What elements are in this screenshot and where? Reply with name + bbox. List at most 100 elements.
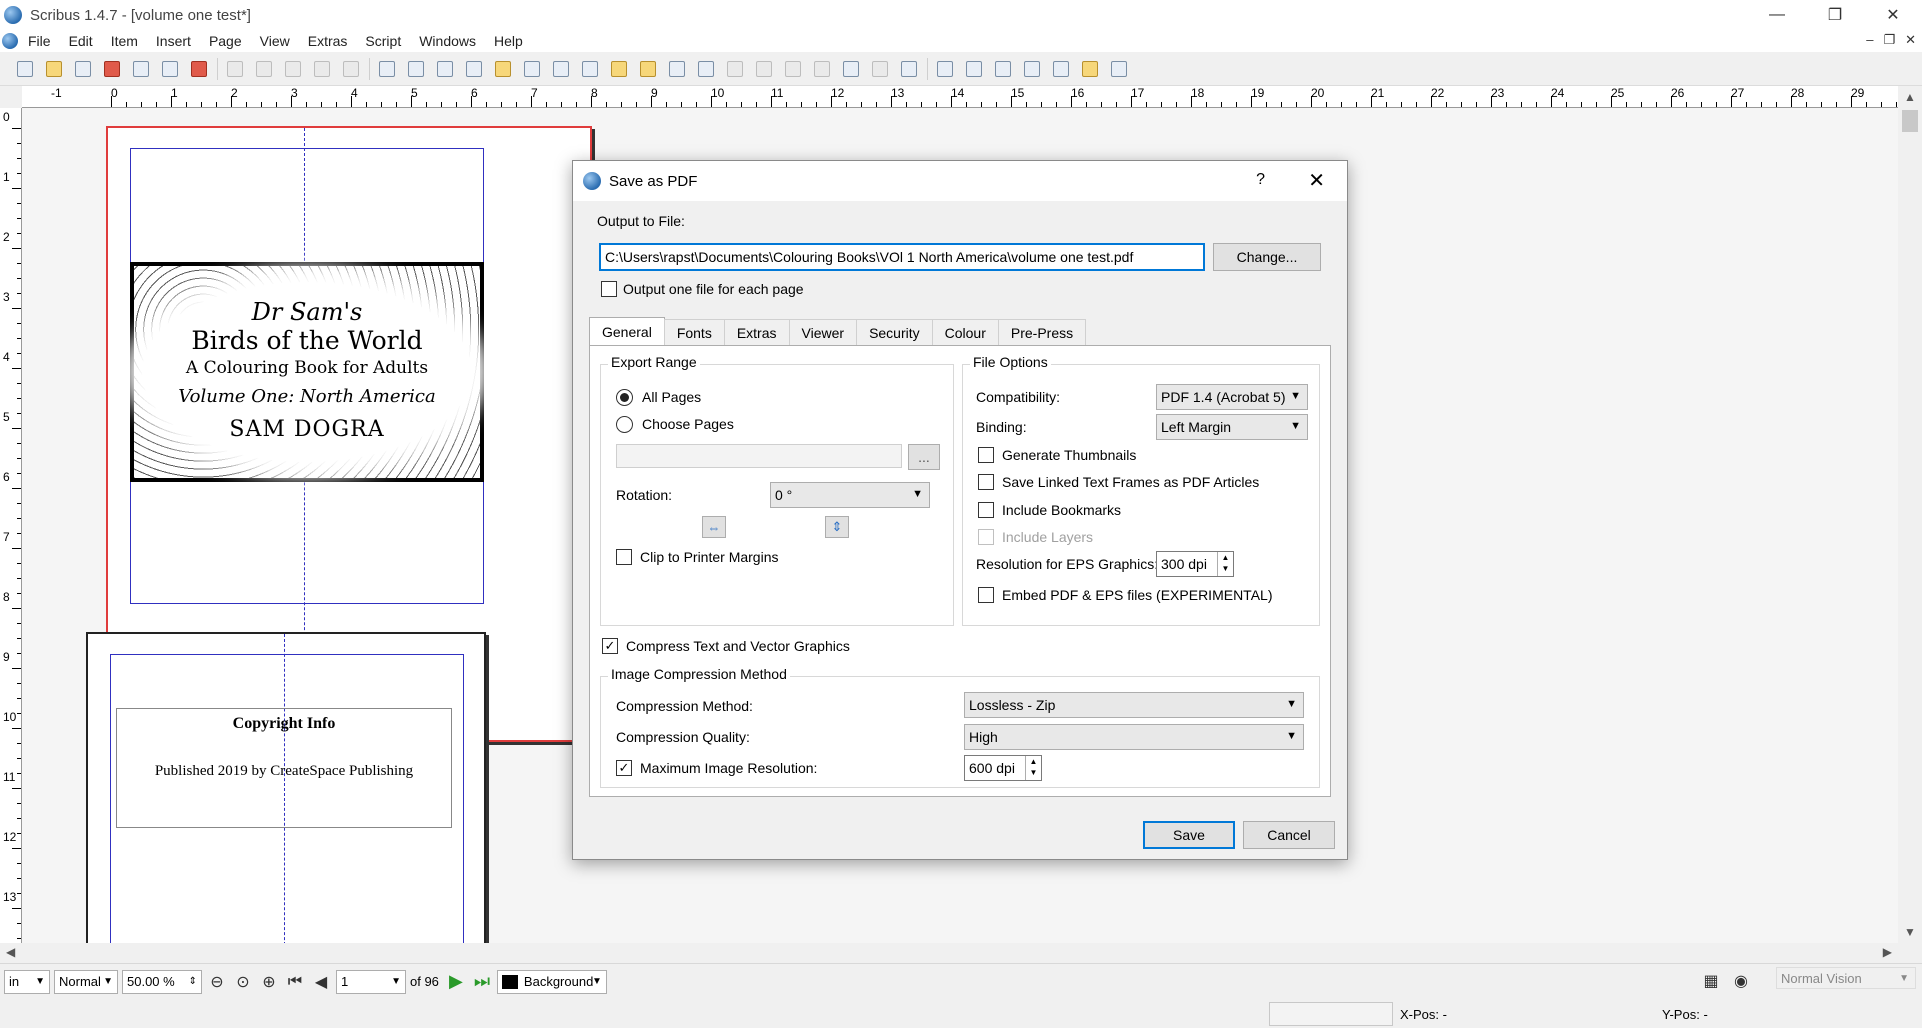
- scroll-right-icon[interactable]: ▶: [1883, 945, 1892, 959]
- include-bookmarks-checkbox[interactable]: [978, 502, 994, 518]
- scroll-up-icon[interactable]: ▲: [1904, 90, 1916, 104]
- unlink-frames-icon[interactable]: [811, 58, 833, 80]
- scroll-left-icon[interactable]: ◀: [6, 945, 15, 959]
- menu-edit[interactable]: Edit: [69, 33, 93, 49]
- tab-colour[interactable]: Colour: [931, 319, 999, 345]
- vertical-scrollbar[interactable]: ▲ ▼: [1898, 86, 1922, 943]
- compression-method-select[interactable]: Lossless - Zip ▼: [964, 692, 1304, 718]
- undo-icon[interactable]: [224, 58, 246, 80]
- next-page-icon[interactable]: ▶: [445, 971, 467, 993]
- compatibility-select[interactable]: PDF 1.4 (Acrobat 5) ▼: [1156, 384, 1308, 410]
- shape-icon[interactable]: [521, 58, 543, 80]
- all-pages-radio[interactable]: [616, 389, 633, 406]
- cover-image-frame[interactable]: Dr Sam's Birds of the World A Colouring …: [130, 262, 484, 482]
- eyedropper-icon[interactable]: [898, 58, 920, 80]
- vertical-ruler[interactable]: 0 1 2 3 4 5 6 7 8 9 10 11 12 13: [0, 108, 22, 943]
- save-button[interactable]: Save: [1143, 821, 1235, 849]
- export-pdf-icon[interactable]: [188, 58, 210, 80]
- last-page-icon[interactable]: ⏭: [471, 971, 493, 993]
- document-icon[interactable]: [2, 33, 18, 49]
- generate-thumbnails-checkbox[interactable]: [978, 447, 994, 463]
- render-frame-icon[interactable]: [463, 58, 485, 80]
- tab-pre-press[interactable]: Pre-Press: [997, 319, 1087, 345]
- pdf-link-icon[interactable]: [1108, 58, 1130, 80]
- pdf-textfield-icon[interactable]: [963, 58, 985, 80]
- eps-resolution-spinbox[interactable]: 300 dpi ▲ ▼: [1156, 551, 1234, 577]
- line-icon[interactable]: [579, 58, 601, 80]
- zoom-out-icon[interactable]: ⊖: [206, 971, 228, 993]
- polygon-icon[interactable]: [550, 58, 572, 80]
- image-frame-icon[interactable]: [434, 58, 456, 80]
- page-2[interactable]: Copyright Info Published 2019 by CreateS…: [86, 632, 486, 943]
- zoom-input[interactable]: 50.00 % ⇕: [122, 969, 202, 994]
- menu-extras[interactable]: Extras: [308, 33, 348, 49]
- restore-button[interactable]: ❐: [1806, 0, 1864, 30]
- redo-icon[interactable]: [253, 58, 275, 80]
- save-linked-frames-checkbox[interactable]: [978, 474, 994, 490]
- previous-page-icon[interactable]: ◀: [310, 971, 332, 993]
- edit-contents-icon[interactable]: [724, 58, 746, 80]
- zoom-in-icon[interactable]: ⊕: [258, 971, 280, 993]
- tab-general[interactable]: General: [589, 317, 665, 345]
- mirror-horizontal-icon[interactable]: ⇔: [702, 516, 726, 538]
- save-document-icon[interactable]: [72, 58, 94, 80]
- doc-restore-button[interactable]: ❐: [1883, 32, 1895, 48]
- page-number-select[interactable]: 1 ▼: [336, 969, 406, 994]
- menu-windows[interactable]: Windows: [419, 33, 476, 49]
- new-document-icon[interactable]: [14, 58, 36, 80]
- table-icon[interactable]: [492, 58, 514, 80]
- tab-viewer[interactable]: Viewer: [788, 319, 858, 345]
- rotation-select[interactable]: 0 ° ▼: [770, 482, 930, 508]
- max-image-resolution-checkbox[interactable]: ✓: [616, 760, 632, 776]
- minimize-button[interactable]: —: [1748, 0, 1806, 30]
- horizontal-ruler[interactable]: -1 0 1 2 3 4 5 6 7 8 9 10 11 12 13 14 15 16 17 18 19 20 21 22 23…: [22, 86, 1898, 108]
- menu-page[interactable]: Page: [209, 33, 242, 49]
- menu-view[interactable]: View: [260, 33, 290, 49]
- paste-icon[interactable]: [340, 58, 362, 80]
- page-range-input[interactable]: [616, 444, 902, 468]
- compress-text-checkbox[interactable]: ✓: [602, 638, 618, 654]
- change-button[interactable]: Change...: [1213, 243, 1321, 271]
- max-res-spin-arrows-icon[interactable]: ▲ ▼: [1025, 756, 1041, 780]
- clip-printer-margins-checkbox[interactable]: [616, 549, 632, 565]
- preflight-icon[interactable]: [159, 58, 181, 80]
- tab-fonts[interactable]: Fonts: [663, 319, 725, 345]
- close-window-button[interactable]: ✕: [1864, 0, 1922, 30]
- pdf-combobox-icon[interactable]: [1021, 58, 1043, 80]
- include-layers-checkbox[interactable]: [978, 529, 994, 545]
- cut-icon[interactable]: [282, 58, 304, 80]
- vision-select[interactable]: Normal Vision ▼: [1776, 967, 1916, 989]
- first-page-icon[interactable]: ⏮: [284, 971, 306, 993]
- one-file-per-page-checkbox[interactable]: [601, 281, 617, 297]
- layer-select[interactable]: Background ▼: [496, 969, 607, 994]
- rotate-icon[interactable]: [666, 58, 688, 80]
- max-image-resolution-spinbox[interactable]: 600 dpi ▲ ▼: [964, 755, 1042, 781]
- zoom-100-icon[interactable]: ⊙: [232, 971, 254, 993]
- measure-icon[interactable]: [840, 58, 862, 80]
- tab-security[interactable]: Security: [856, 319, 933, 345]
- binding-select[interactable]: Left Margin ▼: [1156, 414, 1308, 440]
- scroll-down-icon[interactable]: ▼: [1904, 925, 1916, 939]
- tab-extras[interactable]: Extras: [723, 319, 790, 345]
- dialog-close-button[interactable]: ✕: [1308, 168, 1325, 193]
- menu-help[interactable]: Help: [494, 33, 523, 49]
- pdf-checkbox-icon[interactable]: [992, 58, 1014, 80]
- menu-insert[interactable]: Insert: [156, 33, 191, 49]
- bezier-icon[interactable]: [608, 58, 630, 80]
- vision-icon[interactable]: ◉: [1730, 970, 1752, 992]
- choose-pages-button[interactable]: ...: [908, 444, 940, 470]
- cancel-button[interactable]: Cancel: [1243, 821, 1335, 849]
- menu-script[interactable]: Script: [365, 33, 401, 49]
- preview-icon[interactable]: ▦: [1700, 970, 1722, 992]
- pdf-button-icon[interactable]: [934, 58, 956, 80]
- menu-item[interactable]: Item: [111, 33, 138, 49]
- horizontal-scrollbar[interactable]: ◀ ▶: [0, 943, 1898, 963]
- text-frame-icon[interactable]: [405, 58, 427, 80]
- copyright-text-frame[interactable]: Copyright Info Published 2019 by CreateS…: [116, 708, 452, 828]
- copy-icon[interactable]: [311, 58, 333, 80]
- open-document-icon[interactable]: [43, 58, 65, 80]
- eps-spin-arrows-icon[interactable]: ▲ ▼: [1217, 552, 1233, 576]
- link-frames-icon[interactable]: [782, 58, 804, 80]
- mirror-vertical-icon[interactable]: ⇕: [825, 516, 849, 538]
- embed-pdf-eps-checkbox[interactable]: [978, 587, 994, 603]
